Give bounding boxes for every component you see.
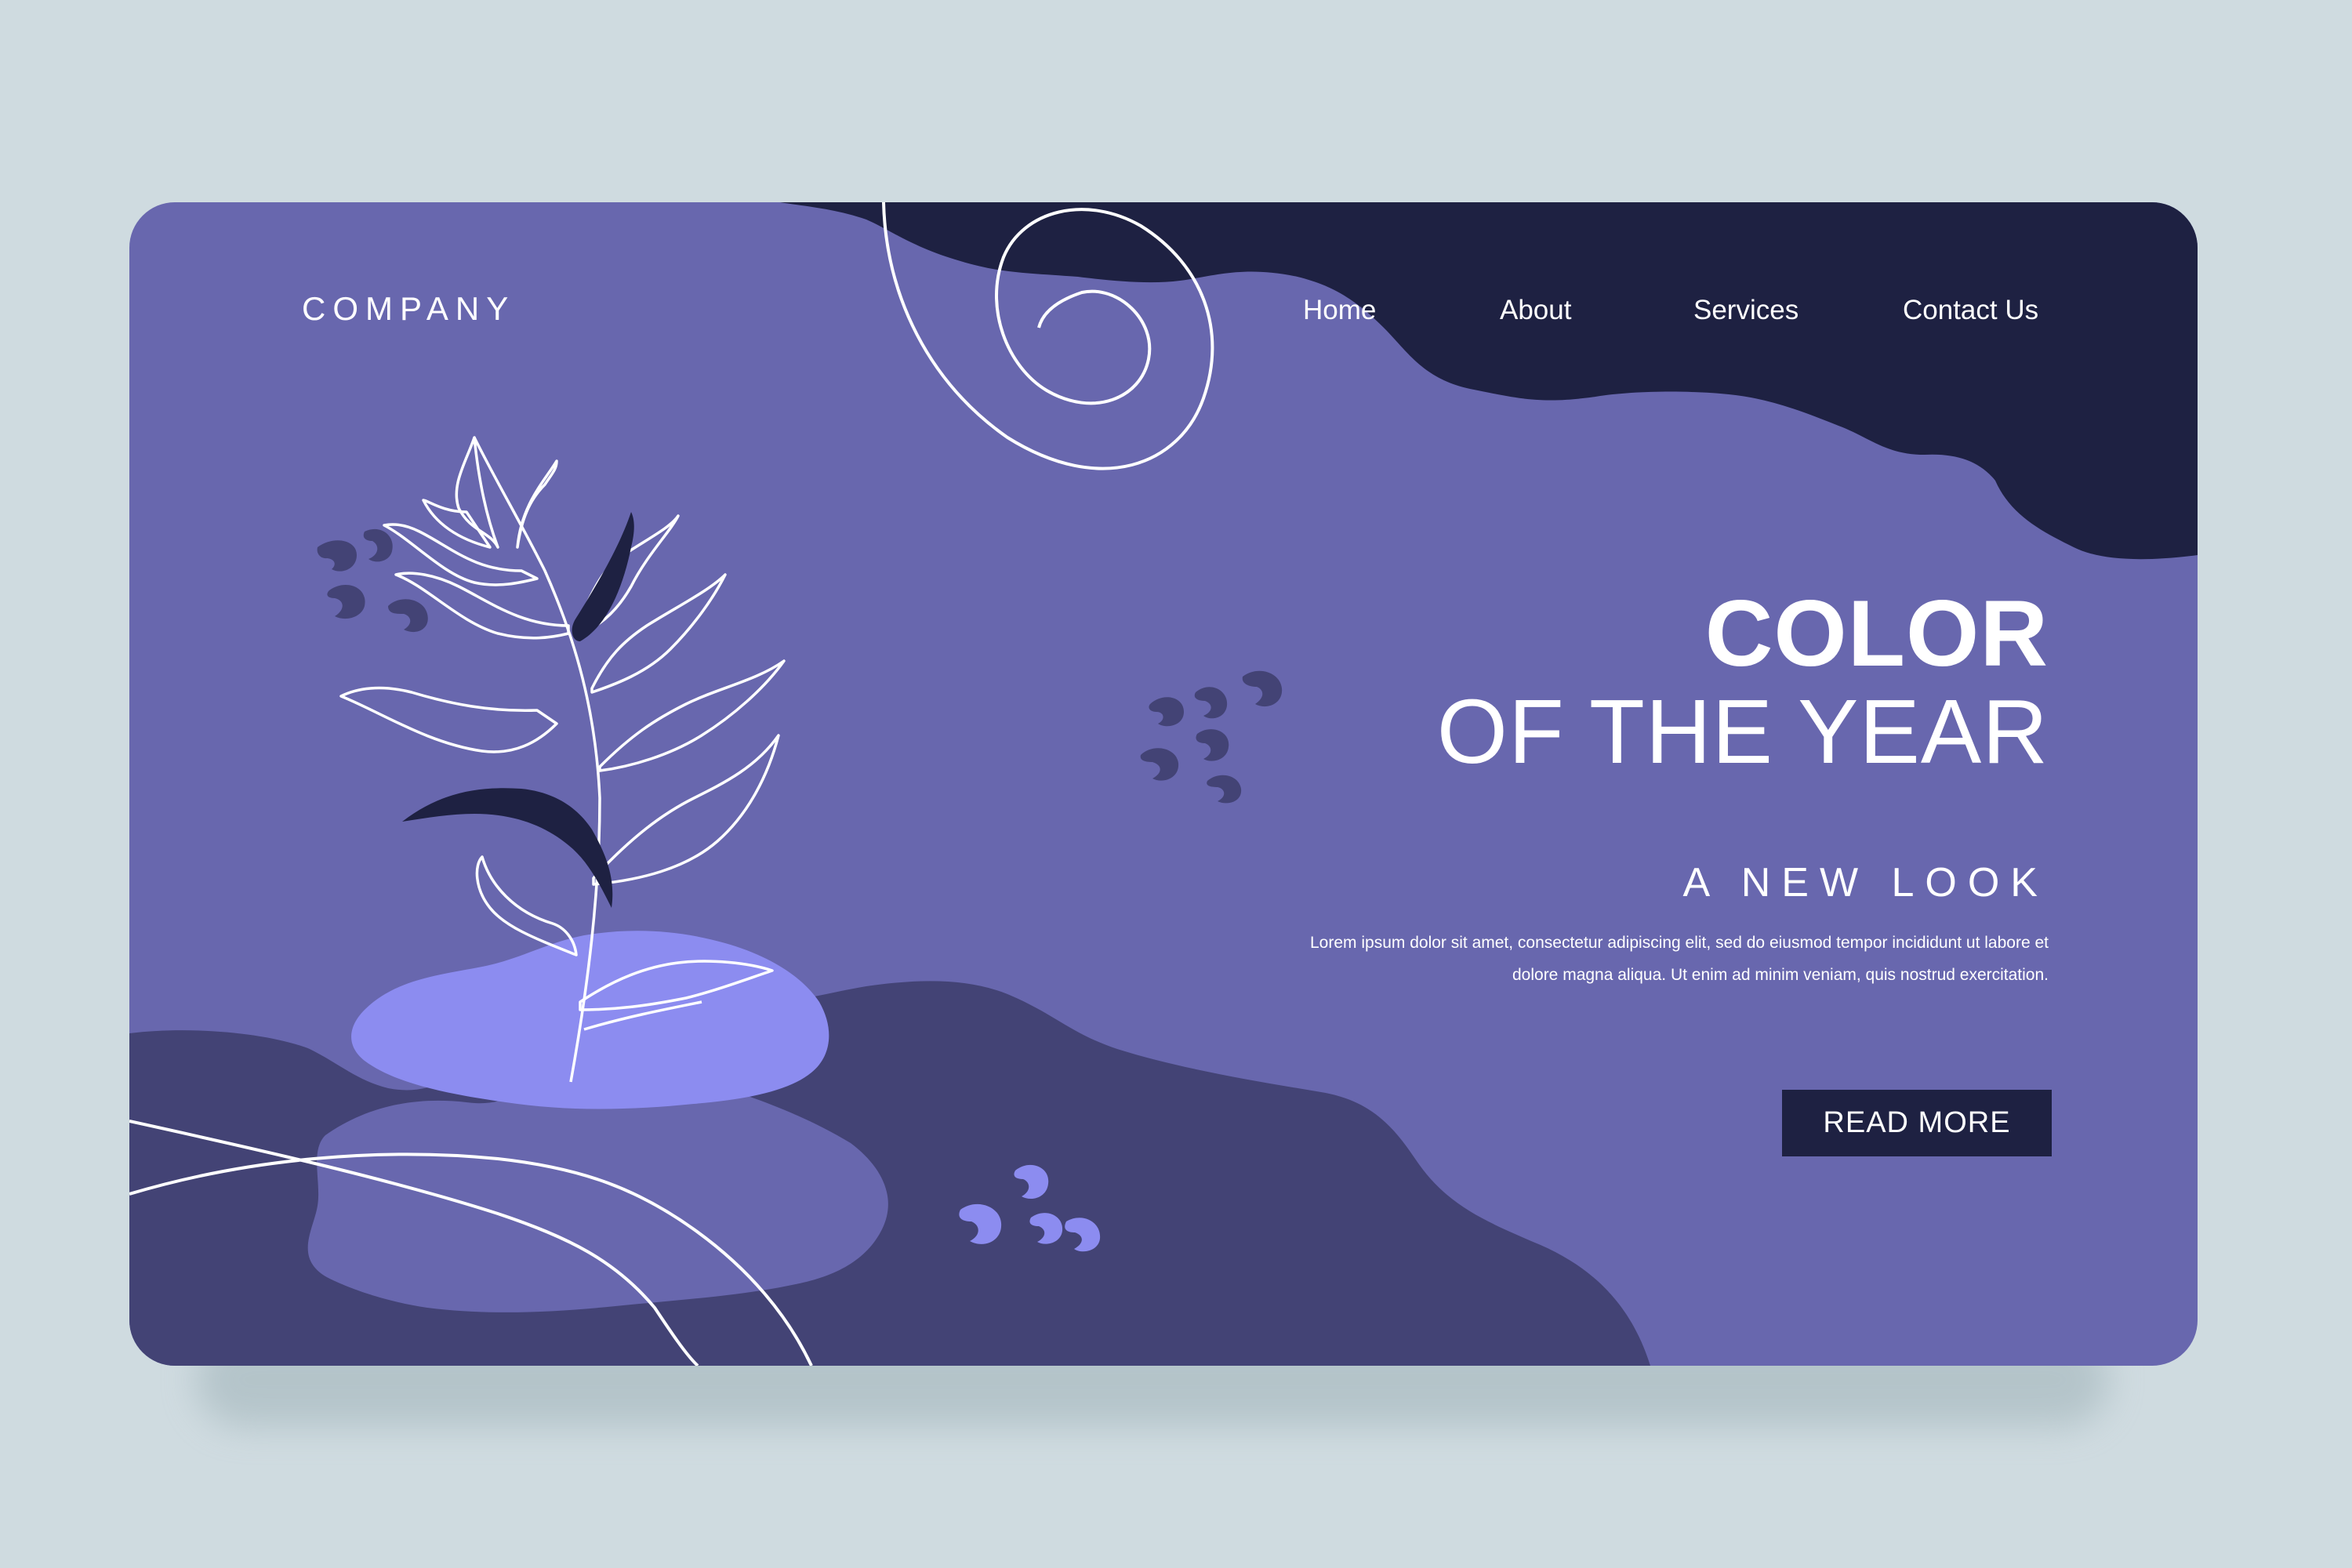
headline-light-line: OF THE YEAR (1436, 681, 2049, 782)
nav-link-contact-us[interactable]: Contact Us (1903, 295, 2038, 326)
read-more-button[interactable]: READ MORE (1782, 1090, 2052, 1156)
headline-bold-line: COLOR (1704, 581, 2049, 686)
hero-subheading: A NEW LOOK (1682, 860, 2049, 906)
nav-link-about[interactable]: About (1500, 295, 1571, 326)
hero-headline: COLOR OF THE YEAR (1437, 586, 2049, 782)
hero-body-text: Lorem ipsum dolor sit amet, consectetur … (1310, 934, 2049, 984)
dark-leaf-shape (402, 788, 613, 908)
nav-link-home[interactable]: Home (1303, 295, 1376, 326)
navy-wave-shape (780, 202, 2198, 560)
main-navigation: Home About Services Contact Us (129, 295, 2198, 334)
background-illustration (129, 202, 2198, 1366)
landing-card: COMPANY Home About Services Contact Us C… (129, 202, 2198, 1366)
nav-link-services[interactable]: Services (1693, 295, 1798, 326)
dot-cluster-icon (1140, 670, 1283, 804)
